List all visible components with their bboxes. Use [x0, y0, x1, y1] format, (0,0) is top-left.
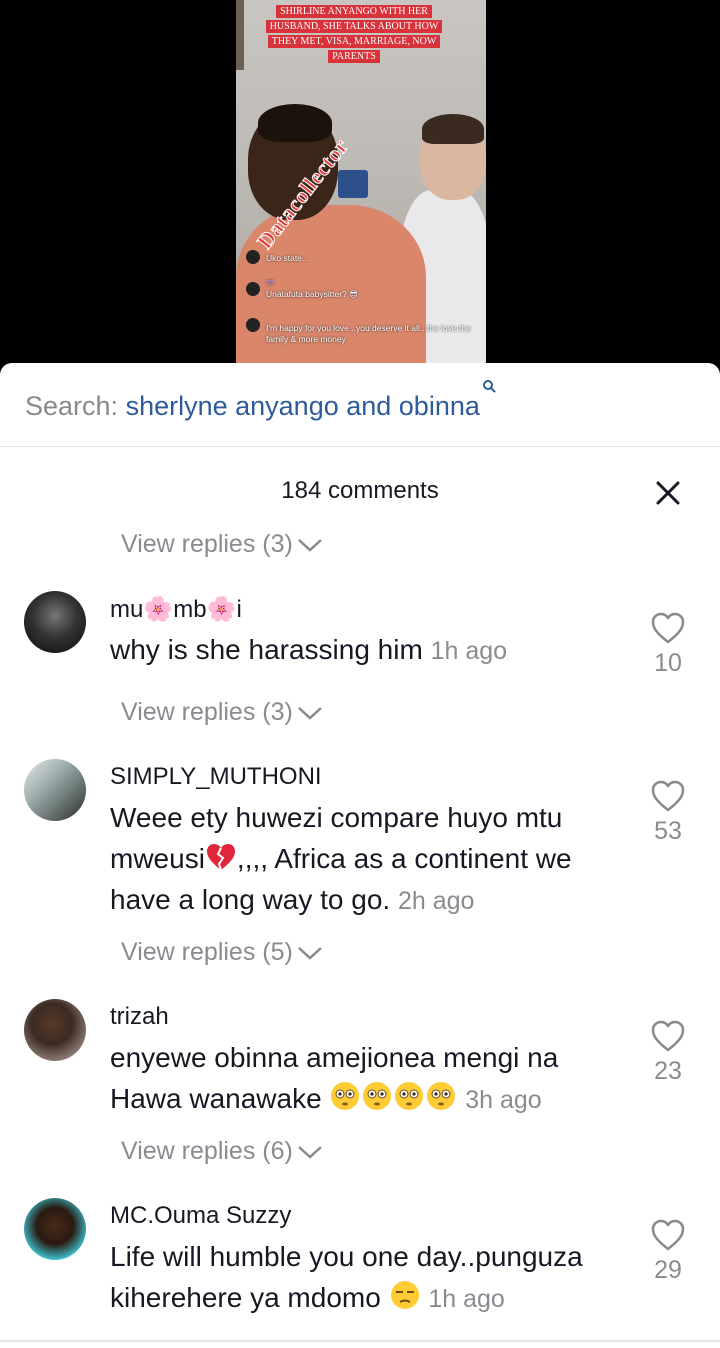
comment-time: 1h ago	[430, 637, 508, 665]
chevron-down-icon	[297, 1145, 322, 1159]
view-replies-button[interactable]: View replies (6)	[121, 1137, 323, 1166]
like-count: 23	[654, 1057, 682, 1085]
live-comment-badge: 25 Unatafuta babysitter? 😎	[266, 280, 359, 299]
comment-username[interactable]: trizah	[110, 1003, 169, 1031]
search-suggestion[interactable]: Search: sherlyne anyango and obinna	[25, 380, 496, 422]
view-replies-button[interactable]: View replies (3)	[121, 698, 323, 727]
avatar[interactable]	[24, 591, 86, 653]
heart-outline-icon[interactable]	[650, 1218, 686, 1252]
like-count: 29	[654, 1256, 682, 1284]
comment-text: enyewe obinna amejionea mengi na Hawa wa…	[110, 1042, 559, 1114]
broken-heart-emoji	[206, 844, 235, 871]
comment-username[interactable]: mu🌸mb🌸i	[110, 595, 242, 624]
comments-sheet: Search: sherlyne anyango and obinna 184 …	[0, 363, 720, 1348]
comments-header: 184 comments	[0, 447, 720, 517]
close-icon[interactable]	[654, 479, 682, 507]
live-comment: I'm happy for you love...you deserve it …	[266, 323, 471, 344]
like-count: 53	[654, 817, 682, 845]
search-query[interactable]: sherlyne anyango and obinna	[126, 391, 480, 421]
live-comment: Uko state...	[266, 253, 309, 263]
chevron-down-icon	[297, 538, 322, 552]
comment-count: 184 comments	[281, 477, 439, 504]
flushed-face-emoji	[331, 1082, 360, 1110]
avatar[interactable]	[24, 759, 86, 821]
view-replies-button[interactable]: View replies (3)	[121, 530, 323, 559]
comment-text: Life will humble you one day..punguza ki…	[110, 1241, 583, 1313]
avatar[interactable]	[24, 999, 86, 1061]
comment-text: why is she harassing him 1h ago	[110, 634, 508, 665]
view-replies-button[interactable]: View replies (5)	[121, 938, 323, 967]
flushed-face-emoji	[427, 1082, 456, 1110]
unamused-face-emoji	[390, 1281, 419, 1309]
comment-time: 2h ago	[397, 887, 475, 915]
comment-time: 3h ago	[465, 1086, 542, 1114]
heart-outline-icon[interactable]	[650, 611, 686, 645]
heart-outline-icon[interactable]	[650, 779, 686, 813]
comment-time: 1h ago	[428, 1285, 505, 1313]
flushed-face-emoji	[363, 1082, 392, 1110]
chevron-down-icon	[297, 706, 322, 720]
search-icon	[482, 380, 496, 393]
heart-outline-icon[interactable]	[650, 1019, 686, 1053]
avatar[interactable]	[24, 1198, 86, 1260]
video-caption: SHIRLINE ANYANGO WITH HER HUSBAND, SHE T…	[264, 4, 444, 64]
live-avatar	[246, 250, 260, 264]
comment-text: Weee ety huwezi compare huyo mtu mweusi,…	[110, 802, 572, 915]
flushed-face-emojis	[329, 1082, 465, 1114]
search-bar[interactable]: Search: sherlyne anyango and obinna	[0, 363, 720, 447]
divider	[0, 1340, 720, 1342]
like-count: 10	[654, 649, 682, 677]
comment-username[interactable]: SIMPLY_MUTHONI	[110, 763, 322, 791]
comment-username[interactable]: MC.Ouma Suzzy	[110, 1202, 291, 1230]
live-avatar	[246, 282, 260, 296]
comment-item: MC.Ouma Suzzy Life will humble you one d…	[0, 1198, 720, 1338]
video-player[interactable]: SHIRLINE ANYANGO WITH HER HUSBAND, SHE T…	[0, 0, 720, 380]
flushed-face-emoji	[395, 1082, 424, 1110]
live-avatar	[246, 318, 260, 332]
chevron-down-icon	[297, 946, 322, 960]
